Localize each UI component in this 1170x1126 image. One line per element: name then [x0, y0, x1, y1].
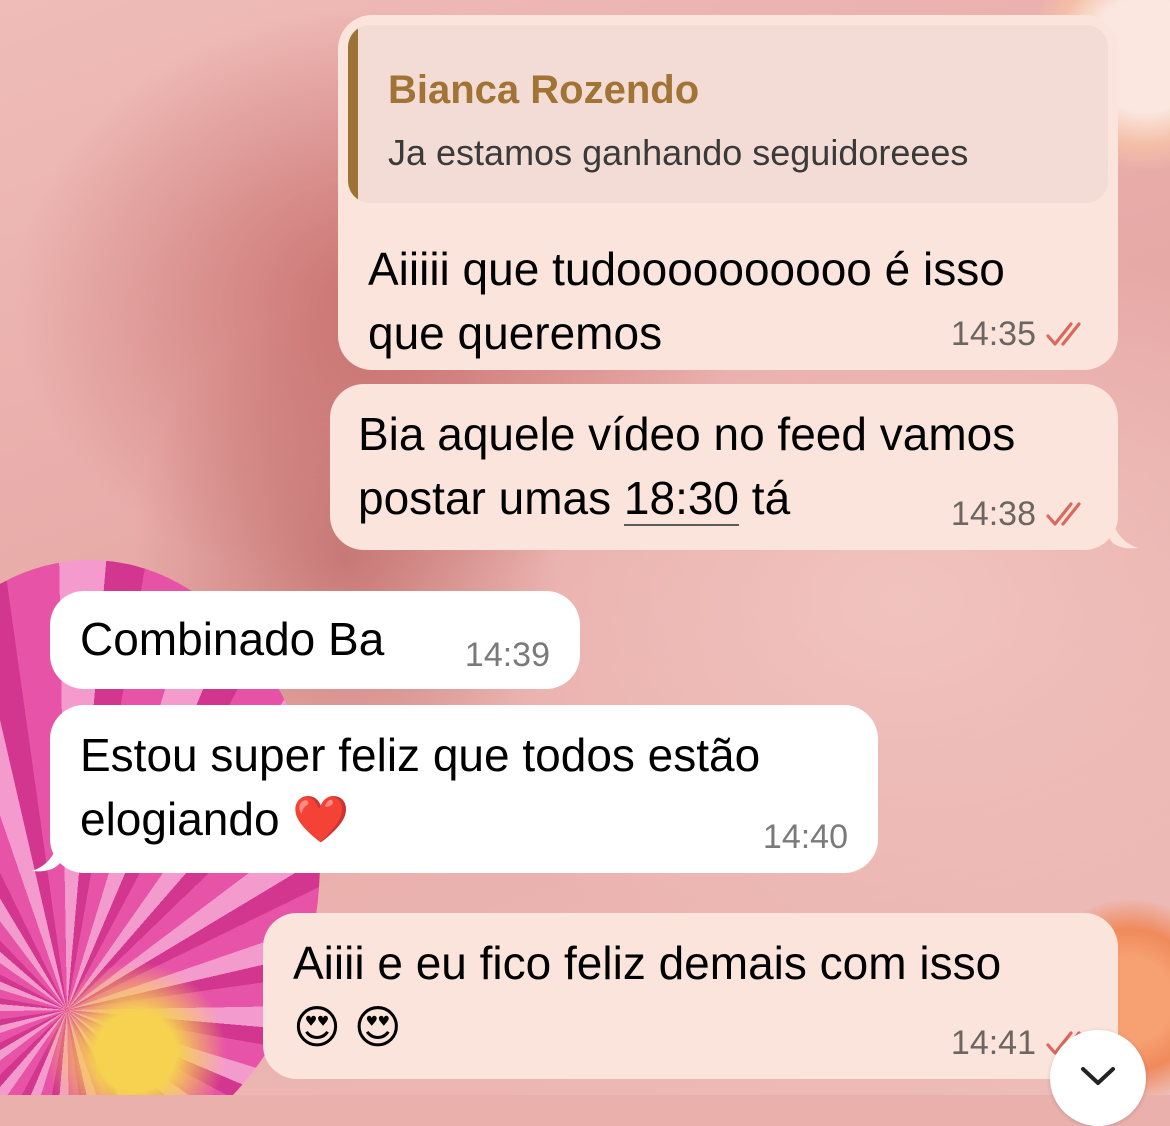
- message-bubble-outgoing[interactable]: Aiiii e eu fico feliz demais com isso 😍 …: [263, 913, 1118, 1079]
- message-bubble-incoming[interactable]: Estou super feliz que todos estão elogia…: [50, 705, 878, 873]
- message-meta: 14:39: [465, 635, 550, 675]
- chevron-down-icon: [1081, 1067, 1115, 1085]
- message-text: Estou super feliz que todos estão elogia…: [80, 729, 761, 845]
- quote-accent-bar: [348, 25, 358, 203]
- message-meta: 14:40: [763, 817, 848, 857]
- message-meta: 14:38: [951, 494, 1090, 534]
- time-link[interactable]: 18:30: [623, 472, 740, 526]
- quote-text: Ja estamos ganhando seguidoreees: [388, 132, 969, 173]
- message-time: 14:39: [464, 636, 550, 674]
- bubble-tail: [1110, 510, 1138, 549]
- message-bubble-incoming[interactable]: Combinado Ba 14:39: [50, 591, 580, 689]
- double-check-icon: [1046, 502, 1081, 526]
- reply-quote[interactable]: Bianca Rozendo Ja estamos ganhando segui…: [348, 25, 1108, 203]
- message-bubble-outgoing[interactable]: Bianca Rozendo Ja estamos ganhando segui…: [338, 15, 1118, 370]
- message-meta: 14:35: [951, 314, 1090, 354]
- message-bubble-outgoing[interactable]: Bia aquele vídeo no feed vamos postar um…: [330, 384, 1118, 550]
- message-time: 14:35: [950, 315, 1036, 353]
- scroll-to-bottom-button[interactable]: [1050, 1030, 1146, 1126]
- message-text: Combinado Ba: [80, 613, 385, 665]
- message-time: 14:38: [950, 495, 1036, 533]
- message-time: 14:40: [762, 818, 848, 856]
- bubble-tail: [32, 833, 60, 872]
- message-time: 14:41: [950, 1024, 1036, 1062]
- double-check-icon: [1046, 322, 1081, 346]
- quote-author: Bianca Rozendo: [388, 68, 700, 112]
